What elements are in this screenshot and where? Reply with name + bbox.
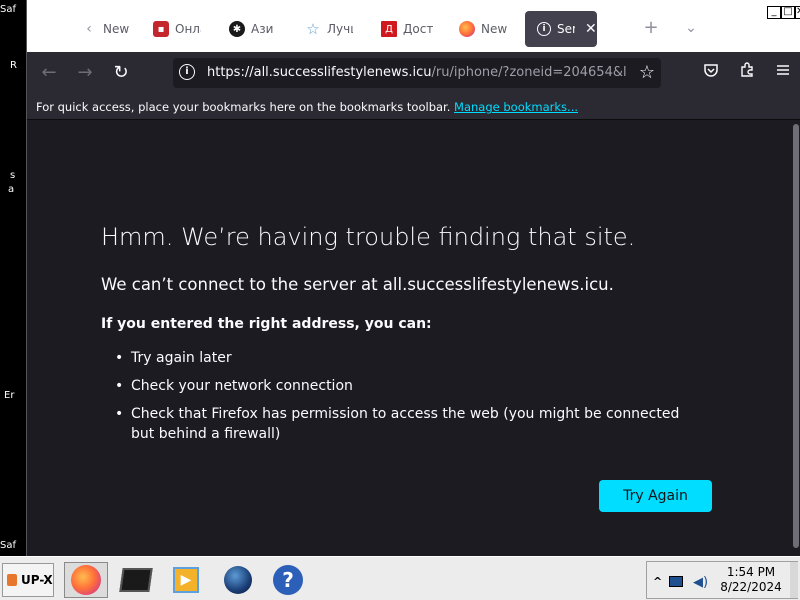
scrollbar-thumb[interactable]: [793, 124, 799, 548]
manage-bookmarks-link[interactable]: Manage bookmarks...: [454, 100, 578, 114]
tab-new-tab[interactable]: ‹ New: [69, 10, 139, 48]
new-tab-button[interactable]: +: [641, 18, 661, 38]
desktop-background: Saf R s a Er Saf: [0, 0, 26, 556]
navigation-toolbar: ← → ↻ i https://all.successlifestylenews…: [27, 52, 800, 94]
media-player-icon: ▶: [173, 567, 199, 593]
show-desktop-button[interactable]: [790, 562, 798, 598]
globe-icon: [224, 566, 252, 594]
help-icon: ?: [273, 565, 303, 595]
url-host: https://all.successlifestylenews.icu: [207, 65, 432, 80]
url-bar[interactable]: i https://all.successlifestylenews.icu/r…: [173, 58, 661, 88]
url-path: /ru/iphone/?zoneid=204654&langu: [431, 65, 627, 80]
extensions-icon[interactable]: [735, 61, 759, 85]
forward-button[interactable]: →: [73, 61, 97, 85]
start-label: UP-X: [21, 573, 53, 587]
tab-active-server-not-found[interactable]: i Ser ✕: [525, 11, 597, 47]
minimize-button[interactable]: _: [767, 6, 781, 19]
back-button[interactable]: ←: [37, 61, 61, 85]
firefox-icon: [71, 565, 101, 595]
poker-chip-icon: ✱: [229, 21, 245, 37]
taskbar-firefox[interactable]: [64, 562, 108, 598]
tab-title: New: [103, 22, 129, 36]
hamburger-menu-icon[interactable]: [771, 61, 795, 85]
tab-title: Лучш: [327, 22, 353, 36]
clock-time: 1:54 PM: [726, 565, 776, 579]
reload-button[interactable]: ↻: [109, 61, 133, 85]
start-logo-icon: [7, 574, 17, 586]
network-icon[interactable]: [669, 576, 683, 587]
firefox-icon: [459, 21, 475, 37]
error-page: Hmm. We’re having trouble finding that s…: [27, 120, 793, 556]
tab-strip: ‹ New ▪ Онла ✱ Ази ☆ Лучш Д Досту New T …: [27, 0, 800, 52]
error-suggestions-heading: If you entered the right address, you ca…: [101, 316, 432, 332]
tab-access[interactable]: Д Досту: [369, 10, 445, 48]
site-favicon: ▪: [153, 21, 169, 37]
screen-icon: [119, 568, 153, 592]
tab-title: Ser: [557, 22, 575, 36]
pocket-icon[interactable]: [699, 61, 723, 85]
desktop-icon-label[interactable]: Saf: [0, 4, 26, 15]
system-tray: ^ ◀) 1:54 PM 8/22/2024: [646, 561, 798, 599]
tab-title: New T: [481, 22, 511, 36]
desktop-icon-label[interactable]: Saf: [0, 540, 26, 551]
error-subtitle: We can’t connect to the server at all.su…: [101, 275, 614, 294]
tab-online[interactable]: ▪ Онла: [141, 10, 213, 48]
close-tab-icon[interactable]: ✕: [585, 21, 597, 37]
tab-title: Досту: [403, 22, 433, 36]
show-hidden-icons-button[interactable]: ^: [653, 575, 662, 588]
list-item: Check that Firefox has permission to acc…: [101, 404, 701, 444]
taskbar: UP-X ▶ ? ^ ◀) 1:54 PM 8/22/2024: [0, 556, 800, 600]
bookmark-star-icon[interactable]: ☆: [639, 62, 655, 83]
site-favicon: Д: [381, 21, 397, 37]
try-again-button[interactable]: Try Again: [599, 480, 712, 512]
chevron-left-icon: ‹: [86, 21, 92, 37]
clock[interactable]: 1:54 PM 8/22/2024: [719, 565, 783, 595]
tab-title: Онла: [175, 22, 201, 36]
vertical-scrollbar[interactable]: [792, 120, 800, 556]
bookmarks-toolbar: For quick access, place your bookmarks h…: [27, 94, 800, 120]
star-icon: ☆: [306, 20, 320, 38]
start-button[interactable]: UP-X: [2, 563, 54, 597]
speaker-icon[interactable]: ◀): [693, 575, 708, 590]
info-icon: i: [537, 22, 551, 36]
site-info-icon[interactable]: i: [179, 64, 195, 80]
tab-title: Ази: [251, 22, 274, 36]
tab-best[interactable]: ☆ Лучш: [293, 10, 365, 48]
bookmarks-hint-text: For quick access, place your bookmarks h…: [36, 100, 451, 114]
tab-casino[interactable]: ✱ Ази: [217, 10, 289, 48]
tab-new-tab-2[interactable]: New T: [447, 10, 523, 48]
error-title: Hmm. We’re having trouble finding that s…: [101, 223, 636, 251]
taskbar-help[interactable]: ?: [266, 562, 310, 598]
clock-date: 8/22/2024: [720, 580, 782, 594]
list-all-tabs-button[interactable]: ⌄: [681, 18, 701, 38]
taskbar-screen-app[interactable]: [114, 562, 158, 598]
taskbar-media-player[interactable]: ▶: [164, 562, 208, 598]
browser-window: ‹ New ▪ Онла ✱ Ази ☆ Лучш Д Досту New T …: [26, 0, 800, 556]
close-window-button[interactable]: ✕: [795, 6, 800, 19]
url-text[interactable]: https://all.successlifestylenews.icu/ru/…: [207, 65, 627, 80]
taskbar-globe-app[interactable]: [216, 562, 260, 598]
error-suggestions-list: Try again later Check your network conne…: [101, 348, 701, 452]
maximize-button[interactable]: □: [781, 6, 795, 19]
list-item: Check your network connection: [101, 376, 701, 396]
list-item: Try again later: [101, 348, 701, 368]
